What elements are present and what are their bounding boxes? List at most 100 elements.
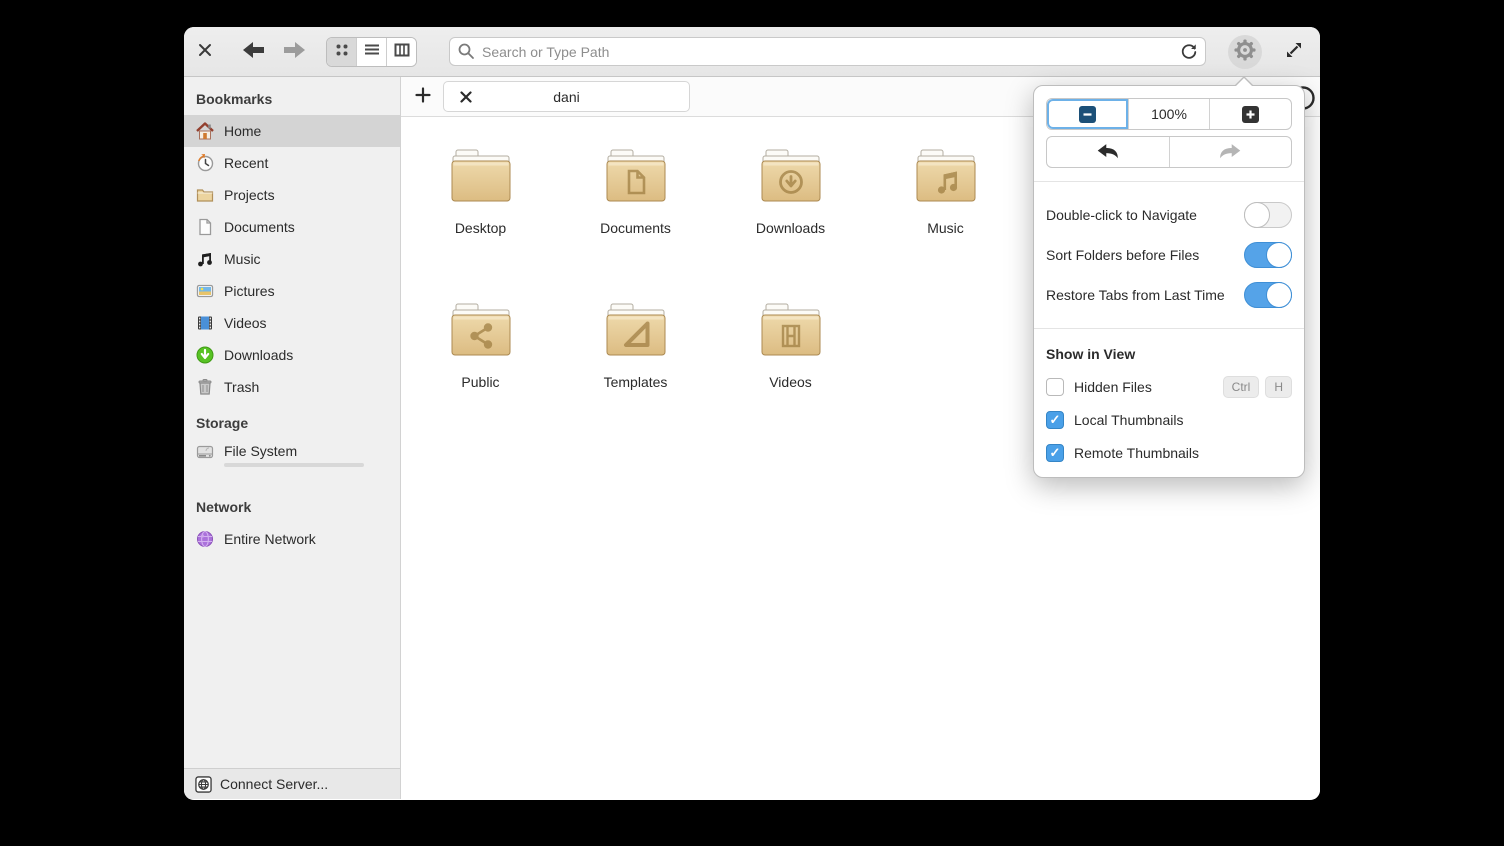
sidebar-item-label: Home xyxy=(224,123,261,139)
grid-item-label: Downloads xyxy=(756,220,825,236)
server-globe-icon xyxy=(194,775,212,793)
grid-item-videos[interactable]: Videos xyxy=(713,299,868,453)
zoom-control: 100% xyxy=(1046,98,1292,130)
grid-view-button[interactable] xyxy=(327,38,356,66)
sidebar-item-trash[interactable]: Trash xyxy=(184,371,400,403)
sidebar-item-label: Pictures xyxy=(224,283,275,299)
sidebar-item-label: Trash xyxy=(224,379,259,395)
search-icon xyxy=(457,42,475,63)
forward-button[interactable] xyxy=(280,38,308,66)
grid-item-label: Public xyxy=(461,374,499,390)
zoom-out-button[interactable] xyxy=(1047,99,1128,129)
toggle-label: Sort Folders before Files xyxy=(1046,247,1199,263)
restore-tabs-row: Restore Tabs from Last Time xyxy=(1046,275,1292,315)
sidebar-item-label: Recent xyxy=(224,155,268,171)
search-input[interactable] xyxy=(449,37,1206,66)
list-view-icon xyxy=(364,42,380,61)
checkbox-label: Remote Thumbnails xyxy=(1074,445,1199,461)
sidebar: Bookmarks Home xyxy=(184,77,401,799)
sidebar-item-music[interactable]: Music xyxy=(184,243,400,275)
sidebar-item-pictures[interactable]: Pictures xyxy=(184,275,400,307)
back-button[interactable] xyxy=(240,38,268,66)
folder-icon xyxy=(196,186,214,204)
checkbox-label: Local Thumbnails xyxy=(1074,412,1183,428)
grid-item-label: Documents xyxy=(600,220,671,236)
sort-folders-toggle[interactable] xyxy=(1244,242,1292,268)
disk-usage-bar xyxy=(224,463,364,467)
double-click-navigate-row: Double-click to Navigate xyxy=(1046,195,1292,235)
history-back-button[interactable] xyxy=(1047,137,1169,167)
folder-downloads-icon xyxy=(757,147,825,208)
grid-item-music[interactable]: Music xyxy=(868,145,1023,299)
settings-popup: 100% xyxy=(1033,85,1305,478)
refresh-button[interactable] xyxy=(1178,41,1200,63)
local-thumbnails-checkbox[interactable]: ✓ xyxy=(1046,411,1064,429)
recent-icon xyxy=(196,154,214,172)
keycap-ctrl: Ctrl xyxy=(1223,376,1260,398)
back-arrow-icon xyxy=(241,40,267,63)
view-switcher xyxy=(326,37,417,67)
restore-tabs-toggle[interactable] xyxy=(1244,282,1292,308)
sidebar-item-label: Downloads xyxy=(224,347,293,363)
harddisk-icon xyxy=(196,443,214,461)
grid-item-templates[interactable]: Templates xyxy=(558,299,713,453)
popup-divider xyxy=(1034,328,1304,329)
show-in-view-header: Show in View xyxy=(1046,342,1292,366)
grid-item-downloads[interactable]: Downloads xyxy=(713,145,868,299)
sidebar-item-label: Music xyxy=(224,251,261,267)
fullscreen-button[interactable] xyxy=(1280,38,1308,66)
grid-item-desktop[interactable]: Desktop xyxy=(403,145,558,299)
grid-item-public[interactable]: Public xyxy=(403,299,558,453)
history-forward-button[interactable] xyxy=(1169,137,1292,167)
shortcut-keys: Ctrl H xyxy=(1223,376,1292,398)
video-film-icon xyxy=(196,314,214,332)
hidden-files-checkbox[interactable] xyxy=(1046,378,1064,396)
double-click-navigate-toggle[interactable] xyxy=(1244,202,1292,228)
zoom-level: 100% xyxy=(1128,99,1210,129)
sidebar-section-network: Network xyxy=(184,493,400,523)
toggle-knob xyxy=(1266,282,1292,308)
keycap-h: H xyxy=(1265,376,1292,398)
folder-music-icon xyxy=(912,147,980,208)
toggle-label: Restore Tabs from Last Time xyxy=(1046,287,1225,303)
checkbox-label: Hidden Files xyxy=(1074,379,1152,395)
toggle-label: Double-click to Navigate xyxy=(1046,207,1197,223)
grid-item-label: Music xyxy=(927,220,964,236)
tab-close-button[interactable] xyxy=(456,87,476,107)
sidebar-item-label: Documents xyxy=(224,219,295,235)
sidebar-item-home[interactable]: Home xyxy=(184,115,400,147)
tab-label: dani xyxy=(476,89,677,105)
music-note-icon xyxy=(196,250,214,268)
sort-folders-row: Sort Folders before Files xyxy=(1046,235,1292,275)
popup-caret xyxy=(1234,76,1254,86)
connect-server-button[interactable]: Connect Server... xyxy=(184,768,400,799)
plus-icon xyxy=(415,87,431,106)
tab-dani[interactable]: dani xyxy=(443,81,690,112)
folder-templates-icon xyxy=(602,301,670,362)
search-bar xyxy=(449,37,1206,66)
zoom-in-button[interactable] xyxy=(1209,99,1291,129)
sidebar-item-documents[interactable]: Documents xyxy=(184,211,400,243)
toggle-knob xyxy=(1244,202,1270,228)
download-circle-icon xyxy=(196,346,214,364)
file-manager-window: Bookmarks Home xyxy=(184,27,1320,800)
list-view-button[interactable] xyxy=(356,38,386,66)
remote-thumbnails-row: ✓ Remote Thumbnails xyxy=(1046,436,1292,469)
new-tab-button[interactable] xyxy=(409,83,437,111)
sidebar-item-projects[interactable]: Projects xyxy=(184,179,400,211)
folder-videos-icon xyxy=(757,301,825,362)
folder-plain-icon xyxy=(447,147,515,208)
sidebar-item-recent[interactable]: Recent xyxy=(184,147,400,179)
sidebar-item-downloads[interactable]: Downloads xyxy=(184,339,400,371)
remote-thumbnails-checkbox[interactable]: ✓ xyxy=(1046,444,1064,462)
sidebar-item-label: Projects xyxy=(224,187,275,203)
column-view-button[interactable] xyxy=(386,38,416,66)
sidebar-item-file-system[interactable]: File System xyxy=(184,439,400,487)
sidebar-item-videos[interactable]: Videos xyxy=(184,307,400,339)
sidebar-item-entire-network[interactable]: Entire Network xyxy=(184,523,400,555)
settings-button[interactable] xyxy=(1228,35,1262,69)
sidebar-section-storage: Storage xyxy=(184,409,400,439)
grid-item-documents[interactable]: Documents xyxy=(558,145,713,299)
hidden-files-row: Hidden Files Ctrl H xyxy=(1046,370,1292,403)
window-close-button[interactable] xyxy=(194,38,216,66)
